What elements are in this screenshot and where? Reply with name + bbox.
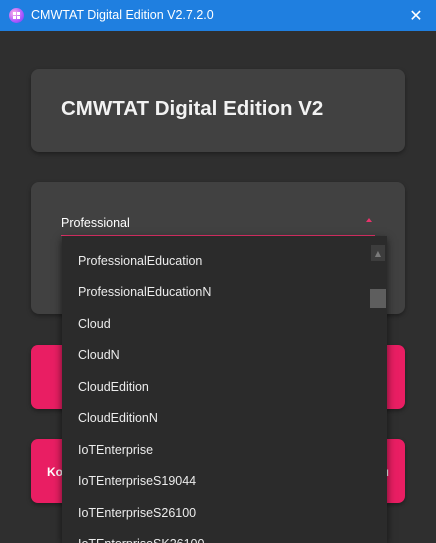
edition-dropdown-list[interactable]: ProfessionalEducation ProfessionalEducat… — [62, 236, 387, 543]
dropdown-option[interactable]: ProfessionalEducation — [62, 245, 368, 277]
dropdown-option[interactable]: IoTEnterpriseS26100 — [62, 497, 368, 529]
secondary-button-label-left: Ko — [47, 465, 63, 479]
dropdown-option[interactable]: ProfessionalEducationN — [62, 277, 368, 309]
dropdown-option[interactable]: CloudEditionN — [62, 403, 368, 435]
dropdown-options: ProfessionalEducation ProfessionalEducat… — [62, 245, 368, 543]
chevron-up-icon — [366, 218, 372, 222]
scroll-up-arrow-icon[interactable]: ▲ — [371, 245, 385, 261]
scroll-thumb[interactable] — [370, 289, 386, 308]
dropdown-option[interactable]: CloudEdition — [62, 371, 368, 403]
dropdown-option[interactable]: IoTEnterprise — [62, 434, 368, 466]
dropdown-scrollbar[interactable]: ▲ — [369, 236, 387, 543]
window-title: CMWTAT Digital Edition V2.7.2.0 — [31, 8, 214, 22]
title-bar: CMWTAT Digital Edition V2.7.2.0 ✕ — [0, 0, 436, 31]
app-icon — [9, 8, 24, 23]
page-title: CMWTAT Digital Edition V2 — [61, 97, 324, 120]
dropdown-option[interactable]: Cloud — [62, 308, 368, 340]
close-button[interactable]: ✕ — [396, 0, 436, 31]
dropdown-option[interactable]: IoTEnterpriseSK26100 — [62, 529, 368, 543]
edition-select-value: Professional — [61, 216, 130, 230]
header-card: CMWTAT Digital Edition V2 — [31, 69, 405, 152]
dropdown-option[interactable]: IoTEnterpriseS19044 — [62, 466, 368, 498]
dropdown-option[interactable]: CloudN — [62, 340, 368, 372]
edition-select[interactable]: Professional — [61, 214, 375, 236]
